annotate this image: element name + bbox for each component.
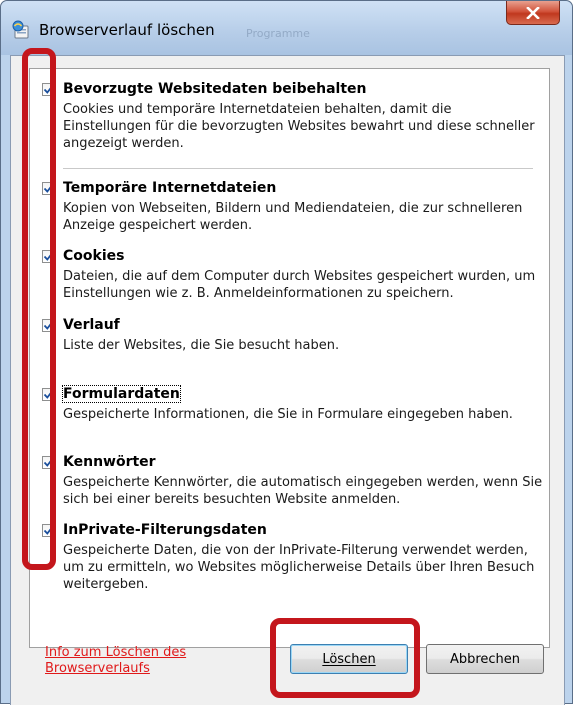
dialog-window: Browserverlauf löschen Programme Bevorzu… [0,0,573,705]
option-title: Temporäre Internetdateien [63,180,277,196]
cancel-button[interactable]: Abbrechen [426,644,544,674]
cancel-button-label: Abbrechen [449,651,521,667]
option-description: Gespeicherte Informationen, die Sie in F… [63,407,513,422]
close-button[interactable] [506,1,560,25]
option-title: Bevorzugte Websitedaten beibehalten [63,81,367,97]
checkbox-inprivate[interactable] [42,524,55,537]
checkbox-cookies[interactable] [42,250,55,263]
title-bar[interactable]: Browserverlauf löschen Programme [1,1,572,55]
separator [63,168,533,169]
checkmark-icon [43,321,54,330]
delete-button-label: Löschen [322,651,376,667]
checkmark-icon [43,85,54,94]
option-description: Dateien, die auf dem Computer durch Webs… [63,269,536,301]
option-title: Formulardaten [62,385,181,403]
checkbox-keep-favorites[interactable] [42,83,55,96]
dialog-client-area: Bevorzugte Websitedaten beibehalten Cook… [10,55,565,705]
dialog-title: Browserverlauf löschen [39,21,215,39]
close-icon [526,6,540,19]
option-title: Kennwörter [63,454,156,470]
option-description: Kopien von Webseiten, Bildern und Medien… [63,201,523,233]
option-title: InPrivate-Filterungsdaten [63,522,267,538]
checkmark-icon [43,390,54,399]
option-description: Liste der Websites, die Sie besucht habe… [63,338,340,353]
checkbox-history[interactable] [42,319,55,332]
checkmark-icon [43,458,54,467]
browser-history-icon [12,20,29,39]
option-title: Verlauf [63,317,120,333]
background-tab-ghost: Programme [246,27,310,40]
checkmark-icon [43,526,54,535]
checkbox-temp-files[interactable] [42,182,55,195]
info-delete-history-link[interactable]: Info zum Löschen des Browserverlaufs [45,645,215,677]
checkbox-passwords[interactable] [42,456,55,469]
option-description: Cookies und temporäre Internetdateien be… [63,102,535,151]
option-description: Gespeicherte Daten, die von der InPrivat… [63,543,535,592]
checkmark-icon [43,252,54,261]
checkbox-form-data[interactable] [42,388,55,401]
options-group: Bevorzugte Websitedaten beibehalten Cook… [29,68,550,648]
option-description: Gespeicherte Kennwörter, die automatisch… [63,475,543,507]
option-title: Cookies [63,248,125,264]
checkmark-icon [43,184,54,193]
delete-button[interactable]: Löschen [290,644,408,674]
